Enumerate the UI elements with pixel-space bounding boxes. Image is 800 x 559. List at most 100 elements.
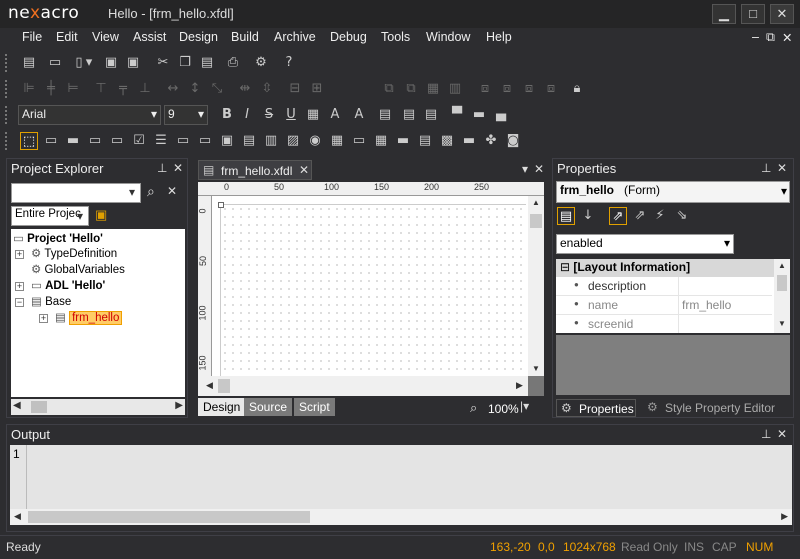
extension-tool-icon[interactable]: ✤ — [482, 132, 500, 150]
property-row-name[interactable]: ● name frm_hello — [556, 296, 772, 315]
mdi-close-button[interactable]: ✕ — [782, 30, 792, 45]
image-tool-icon[interactable]: ▨ — [284, 132, 302, 150]
grid-tool-icon[interactable]: ▤ — [240, 132, 258, 150]
space-vertical-icon[interactable]: ⇳ — [258, 80, 276, 98]
align-middle-icon[interactable]: ╤ — [114, 80, 132, 98]
pin-icon[interactable]: ⊥ — [761, 161, 771, 175]
style-icon[interactable]: ⇘ — [673, 207, 691, 225]
radio-tool-icon[interactable]: ◉ — [306, 132, 324, 150]
open-folder-icon[interactable]: ▭ — [46, 54, 64, 72]
menu-tool-icon[interactable]: ▬ — [394, 132, 412, 150]
spin-tool-icon[interactable]: ▦ — [372, 132, 390, 150]
mdi-restore-button[interactable]: ⧉ — [766, 30, 775, 45]
output-text-area[interactable]: 1 — [10, 445, 792, 509]
properties-scrollbar[interactable]: ▲ ▼ — [774, 259, 790, 333]
property-row-description[interactable]: ● description — [556, 277, 772, 296]
minimize-button[interactable]: ▁ — [712, 4, 736, 24]
group-icon[interactable]: ▦ — [424, 80, 442, 98]
output-horizontal-scrollbar[interactable]: ◀ ▶ — [10, 509, 792, 525]
expand-icon[interactable]: + — [15, 282, 24, 291]
paste-icon[interactable]: ▤ — [198, 54, 216, 72]
print-icon[interactable]: ⎙ — [224, 54, 242, 72]
font-size-select[interactable]: 9 ▾ — [164, 105, 208, 125]
menu-file[interactable]: File — [22, 30, 42, 44]
close-panel-icon[interactable]: ✕ — [173, 161, 183, 175]
combo-tool-icon[interactable]: ▭ — [108, 132, 126, 150]
font-grow-icon[interactable]: A — [326, 106, 344, 124]
popup-tool-icon[interactable]: ▤ — [416, 132, 434, 150]
vmiddle-icon[interactable]: ▬ — [470, 106, 488, 124]
categorized-icon[interactable]: ▤ — [557, 207, 575, 225]
text-center-icon[interactable]: ▤ — [400, 106, 418, 124]
align-right-icon[interactable]: ⊨ — [64, 80, 82, 98]
canvas-horizontal-scrollbar[interactable]: ◀ ▶ — [198, 376, 528, 396]
form-canvas[interactable] — [220, 204, 526, 376]
collapse-icon[interactable]: − — [15, 298, 24, 307]
same-width-icon[interactable]: ↔ — [164, 80, 182, 98]
order2-icon[interactable]: ⧈ — [498, 80, 516, 98]
center-vertical-icon[interactable]: ⊞ — [308, 80, 326, 98]
horizontal-scrollbar[interactable]: ◀ ▶ — [11, 399, 185, 415]
textarea-tool-icon[interactable]: ▭ — [174, 132, 192, 150]
text-left-icon[interactable]: ▤ — [376, 106, 394, 124]
menu-design[interactable]: Design — [179, 30, 218, 44]
movie-tool-icon[interactable]: ▩ — [438, 132, 456, 150]
font-grid-icon[interactable]: ▦ — [304, 106, 322, 124]
clear-search-icon[interactable]: ✕ — [167, 184, 177, 198]
expand-icon[interactable]: + — [39, 314, 48, 323]
search-icon[interactable]: ⌕ — [147, 183, 155, 200]
settings-gear-icon[interactable]: ⚙ — [252, 54, 270, 72]
expand-icon[interactable]: + — [15, 250, 24, 259]
align-top-icon[interactable]: ⊤ — [92, 80, 110, 98]
strike-button[interactable]: S — [260, 106, 278, 124]
center-horizontal-icon[interactable]: ⊟ — [286, 80, 304, 98]
listbox-tool-icon[interactable]: ☰ — [152, 132, 170, 150]
mdi-minimize-button[interactable]: – — [752, 30, 759, 44]
tab-frm-hello[interactable]: ▤ frm_hello.xfdl ✕ — [198, 160, 312, 180]
maximize-button[interactable]: □ — [741, 4, 765, 24]
property-page-icon[interactable]: ⇗ — [609, 207, 627, 225]
pin-icon[interactable]: ⊥ — [761, 427, 771, 441]
tab-source[interactable]: Source — [244, 398, 293, 416]
tab-tool-icon[interactable]: ▥ — [262, 132, 280, 150]
order3-icon[interactable]: ⧈ — [520, 80, 538, 98]
menu-view[interactable]: View — [92, 30, 119, 44]
object-select[interactable]: frm_hello (Form) ▾ — [556, 181, 790, 203]
vtop-icon[interactable]: ▀ — [448, 106, 466, 124]
property-row-screenid[interactable]: ● screenid — [556, 315, 772, 333]
tab-design[interactable]: Design — [198, 398, 246, 416]
select-tool-icon[interactable]: ⬚ — [20, 132, 38, 150]
text-right-icon[interactable]: ▤ — [422, 106, 440, 124]
close-panel-icon[interactable]: ✕ — [777, 427, 787, 441]
pin-icon[interactable]: ⊥ — [157, 161, 167, 175]
space-horizontal-icon[interactable]: ⇹ — [236, 80, 254, 98]
vertical-scrollbar[interactable]: ▲ ▼ — [528, 196, 544, 376]
zoom-dropdown-icon[interactable]: |▾ — [520, 399, 529, 413]
underline-button[interactable]: U — [282, 106, 300, 124]
close-panel-icon[interactable]: ✕ — [777, 161, 787, 175]
tab-script[interactable]: Script — [294, 398, 335, 416]
menu-window[interactable]: Window — [426, 30, 470, 44]
save-all-icon[interactable]: ▣ — [124, 54, 142, 72]
checkbox-tool-icon[interactable]: ☑ — [130, 132, 148, 150]
tree-item-adl[interactable]: ▭ ADL 'Hello' — [31, 278, 105, 294]
align-left-icon[interactable]: ⊫ — [20, 80, 38, 98]
save-icon[interactable]: ▣ — [102, 54, 120, 72]
maskedit-tool-icon[interactable]: ▭ — [196, 132, 214, 150]
dataset-tool-icon[interactable]: ◙ — [504, 132, 522, 150]
vbottom-icon[interactable]: ▄ — [492, 106, 510, 124]
tab-list-icon[interactable]: ▾ — [522, 162, 528, 176]
plugin-tool-icon[interactable]: ▬ — [460, 132, 478, 150]
bold-button[interactable]: B — [218, 106, 236, 124]
zoom-icon[interactable]: ⌕ — [470, 400, 477, 416]
menu-assist[interactable]: Assist — [133, 30, 166, 44]
edit-tool-icon[interactable]: ▭ — [86, 132, 104, 150]
menu-edit[interactable]: Edit — [56, 30, 78, 44]
button-tool-icon[interactable]: ▭ — [42, 132, 60, 150]
align-center-icon[interactable]: ╪ — [42, 80, 60, 98]
calendar-tool-icon[interactable]: ▦ — [328, 132, 346, 150]
scope-dropdown-icon[interactable]: ▾ — [77, 209, 83, 223]
cut-icon[interactable]: ✂ — [154, 54, 172, 72]
menu-help[interactable]: Help — [486, 30, 512, 44]
menu-tools[interactable]: Tools — [381, 30, 410, 44]
